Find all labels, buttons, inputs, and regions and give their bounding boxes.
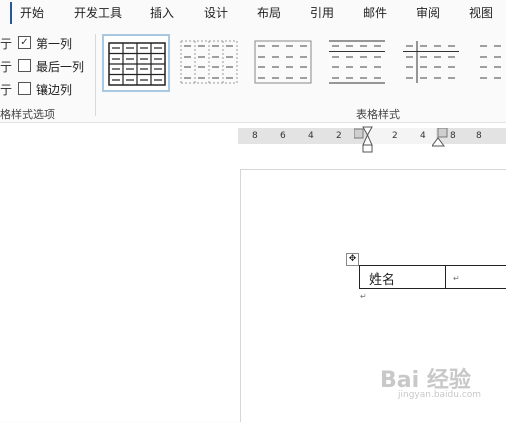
tab-insert[interactable]: 插入 (150, 4, 174, 21)
tab-review[interactable]: 审阅 (416, 4, 440, 21)
banded-columns-checkbox[interactable] (18, 82, 31, 95)
cell-end-mark: ↵ (369, 269, 380, 284)
ruler-number: 8 (476, 131, 482, 141)
tab-design[interactable]: 设计 (204, 4, 228, 21)
option-last-column[interactable]: 亍 最后一列 (0, 56, 96, 74)
table-cell-name[interactable]: 姓名 ↵ (360, 266, 446, 288)
option-cut-text: 亍 (0, 60, 13, 74)
table-style-grid-icon (108, 42, 166, 86)
ruler-number: 8 (252, 131, 258, 141)
ruler-number: 4 (420, 131, 426, 141)
table-move-handle-icon[interactable]: ✥ (346, 253, 359, 266)
group-divider (95, 34, 96, 116)
option-banded-columns[interactable]: 亍 镶边列 (0, 79, 96, 97)
indent-marker-icon[interactable] (354, 125, 382, 153)
paragraph-mark: ↵ (360, 292, 367, 301)
option-first-column[interactable]: 亍 ✓ 第一列 (0, 33, 96, 51)
ruler-number: 4 (308, 131, 314, 141)
table-style-horizontal-lines[interactable] (324, 34, 392, 92)
table-style-options-group-label: 格样式选项 (0, 108, 55, 121)
banded-columns-label: 镶边列 (36, 83, 73, 97)
tab-references[interactable]: 引用 (310, 4, 334, 21)
last-column-checkbox[interactable] (18, 59, 31, 72)
table-style-horizontal-lines-icon (329, 40, 385, 84)
table-style-first-column-line[interactable] (398, 34, 466, 92)
table-style-bordered-light-icon (254, 40, 312, 84)
tab-developer[interactable]: 开发工具 (74, 4, 122, 21)
ruler-number: 8 (450, 131, 456, 141)
last-column-label: 最后一列 (36, 60, 85, 74)
table-style-grid-selected[interactable] (102, 34, 170, 92)
first-column-label: 第一列 (36, 37, 73, 51)
tab-mailings[interactable]: 邮件 (363, 4, 387, 21)
table-styles-gallery (102, 34, 506, 94)
table-style-bordered-light[interactable] (250, 34, 318, 92)
table-style-partial[interactable] (472, 34, 506, 92)
table-style-light-grid-icon (180, 40, 238, 84)
ruler-number: 2 (392, 131, 398, 141)
active-tab-indicator (10, 2, 12, 24)
tab-home[interactable]: 开始 (20, 4, 44, 21)
first-column-checkbox[interactable]: ✓ (18, 36, 31, 49)
table-style-first-column-line-icon (403, 41, 459, 83)
table-styles-group-label: 表格样式 (356, 108, 400, 121)
ribbon-tab-bar: 开始 开发工具 插入 设计 布局 引用 邮件 审阅 视图 (0, 0, 506, 24)
watermark-subtext: jingyan.baidu.com (398, 390, 482, 400)
tab-view[interactable]: 视图 (469, 4, 493, 21)
table-style-partial-icon (480, 45, 506, 79)
tab-layout[interactable]: 布局 (257, 4, 281, 21)
option-cut-text: 亍 (0, 37, 13, 51)
cell-end-mark: ↵ (453, 274, 460, 283)
ruler-number: 6 (280, 131, 286, 141)
document-table[interactable]: 姓名 ↵ ↵ (359, 265, 506, 289)
table-style-light-grid[interactable] (176, 34, 244, 92)
option-cut-text: 亍 (0, 83, 13, 97)
ruler-number: 2 (336, 131, 342, 141)
column-marker-icon[interactable] (432, 128, 448, 148)
